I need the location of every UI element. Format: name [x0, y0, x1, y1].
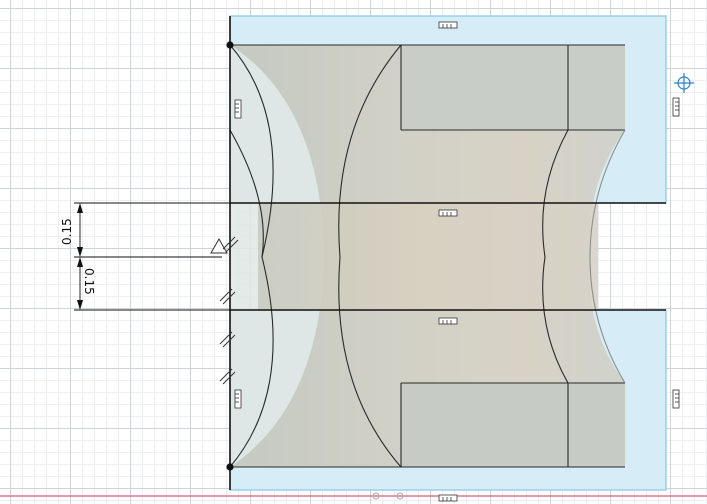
- move-handle-icon[interactable]: [674, 73, 694, 93]
- solid-body[interactable]: [230, 45, 625, 467]
- sketch-canvas[interactable]: 0.15 0.15: [0, 0, 707, 504]
- dimension-value-upper[interactable]: 0.15: [60, 218, 74, 245]
- dimension-lower[interactable]: [74, 257, 230, 311]
- dimension-upper[interactable]: [74, 202, 230, 258]
- dimension-arrow: [77, 203, 83, 213]
- dimension-value-lower[interactable]: 0.15: [82, 268, 96, 295]
- sketch-profile-icon[interactable]: [438, 209, 458, 217]
- dimension-arrow: [77, 247, 83, 257]
- sketch-profile-icon[interactable]: [234, 99, 242, 119]
- sketch-profile-icon[interactable]: [672, 97, 680, 117]
- sketch-profile-icon[interactable]: [234, 389, 242, 409]
- dimension-arrow: [77, 257, 83, 267]
- body-face-center-band[interactable]: [258, 203, 598, 310]
- sketch-point-icon[interactable]: [226, 463, 234, 471]
- sketch-profile-icon[interactable]: [438, 494, 458, 502]
- sketch-profile-icon[interactable]: [438, 21, 458, 29]
- sketch-profile-icon[interactable]: [438, 317, 458, 325]
- body-face-bottom-shelf[interactable]: [401, 383, 625, 467]
- sketch-point-icon[interactable]: [226, 41, 234, 49]
- sketch-profile-icon[interactable]: [672, 389, 680, 409]
- midpoint-constraint-icon[interactable]: [210, 237, 228, 254]
- body-face-top-shelf[interactable]: [401, 45, 625, 130]
- dimension-arrow: [77, 300, 83, 310]
